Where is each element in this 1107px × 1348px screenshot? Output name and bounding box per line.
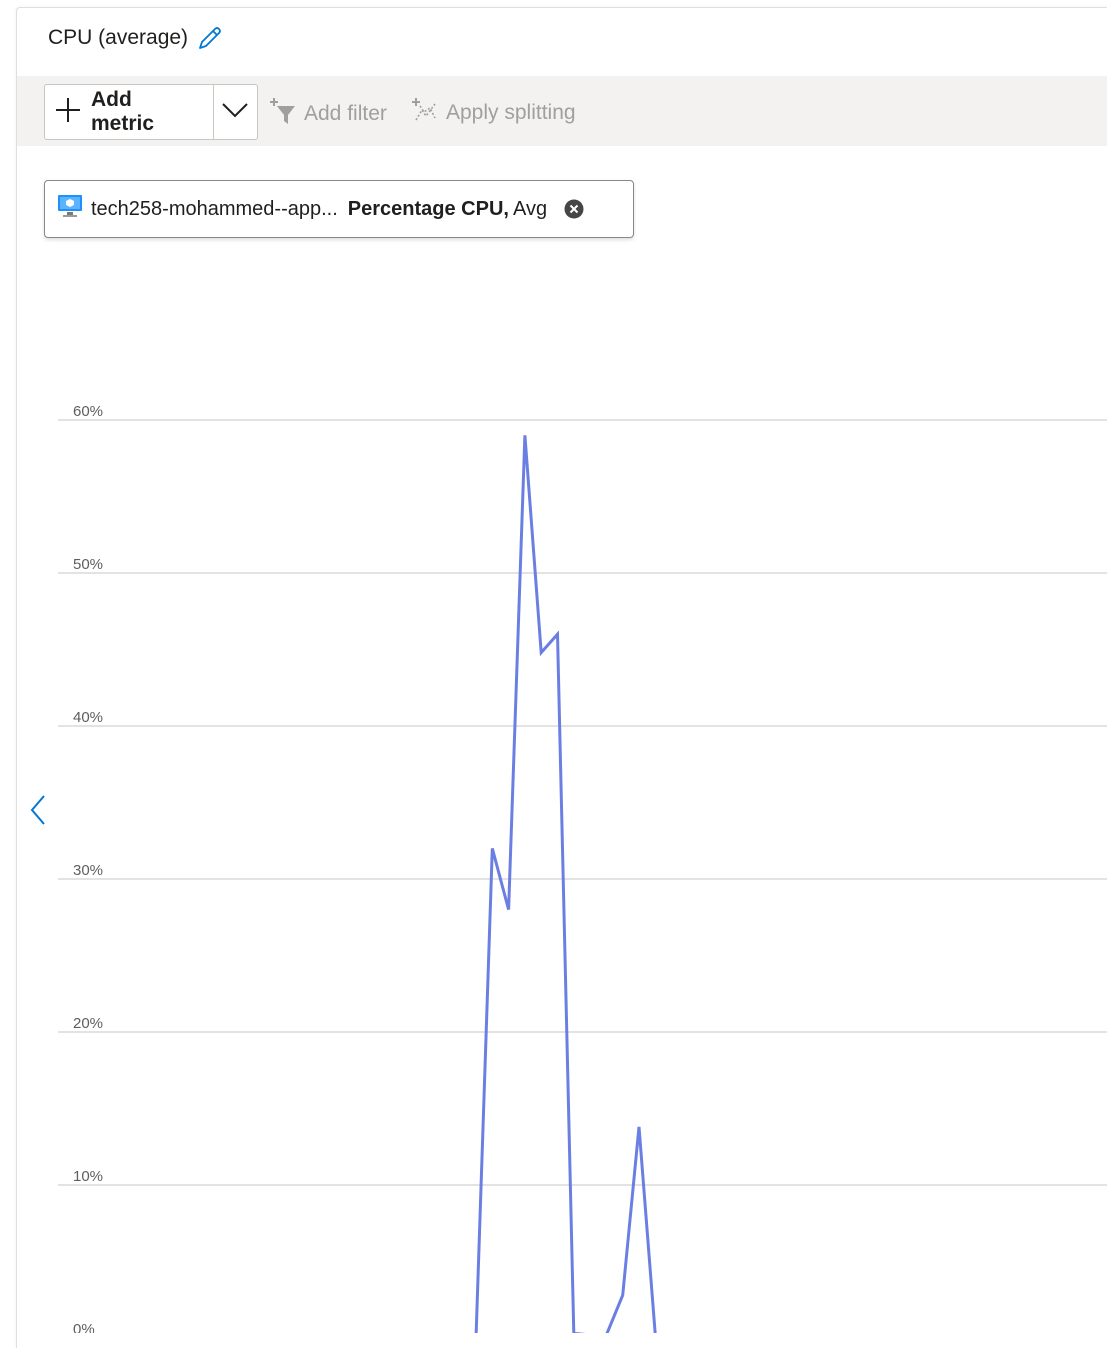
y-tick-label: 20% xyxy=(73,1015,103,1032)
y-tick-label: 0% xyxy=(73,1321,95,1333)
y-tick-label: 10% xyxy=(73,1168,103,1185)
chevron-left-icon xyxy=(30,795,45,825)
chart-pan-left-button[interactable] xyxy=(26,792,52,828)
cpu-line-chart: 0% 10% 20% 30% 40% 50% 60% xyxy=(58,403,1107,1333)
y-tick-label: 30% xyxy=(73,862,103,879)
y-tick-label: 50% xyxy=(73,556,103,573)
series-line-percentage-cpu xyxy=(474,435,657,1333)
y-tick-label: 60% xyxy=(73,403,103,420)
y-tick-label: 40% xyxy=(73,709,103,726)
